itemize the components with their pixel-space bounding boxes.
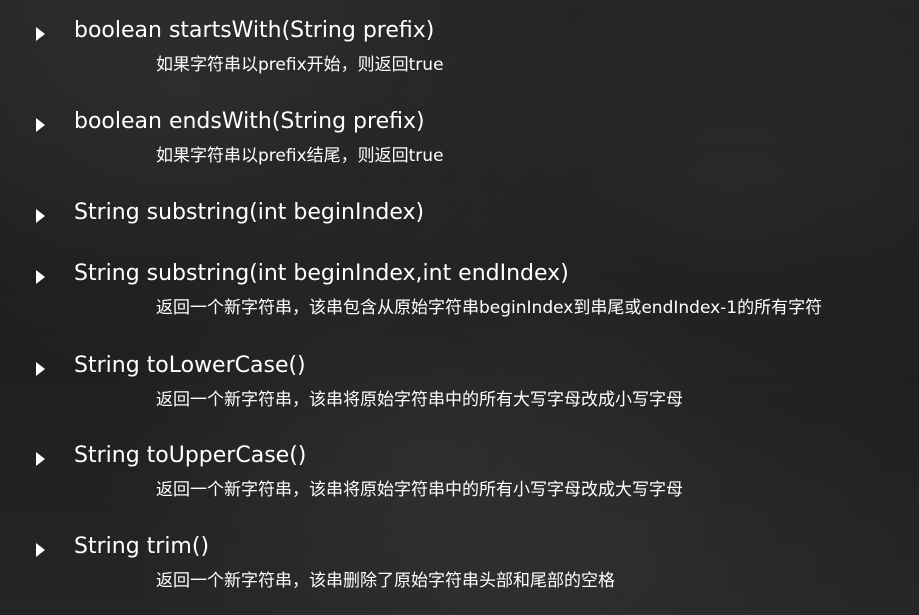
method-description: 返回一个新字符串，该串将原始字符串中的所有小写字母改成大写字母 <box>156 480 683 500</box>
method-description: 返回一个新字符串，该串包含从原始字符串beginIndex到串尾或endInde… <box>156 298 823 318</box>
method-description: 返回一个新字符串，该串删除了原始字符串头部和尾部的空格 <box>156 571 615 591</box>
bullet-icon <box>36 543 45 557</box>
bullet-icon <box>36 27 45 41</box>
method-signature: String substring(int beginIndex) <box>74 200 425 225</box>
method-signature: String toUpperCase() <box>74 443 307 468</box>
method-description: 返回一个新字符串，该串将原始字符串中的所有大写字母改成小写字母 <box>156 390 683 410</box>
bullet-icon <box>36 209 45 223</box>
method-description: 如果字符串以prefix开始，则返回true <box>156 55 444 75</box>
method-signature: boolean startsWith(String prefix) <box>74 18 435 43</box>
method-description: 如果字符串以prefix结尾，则返回true <box>156 146 444 166</box>
bullet-icon <box>36 362 45 376</box>
bullet-icon <box>36 270 45 284</box>
method-signature: String trim() <box>74 534 210 559</box>
method-signature: String substring(int beginIndex,int endI… <box>74 261 569 286</box>
slide: boolean startsWith(String prefix) 如果字符串以… <box>0 0 919 615</box>
bullet-icon <box>36 452 45 466</box>
bullet-icon <box>36 118 45 132</box>
method-signature: boolean endsWith(String prefix) <box>74 109 425 134</box>
method-signature: String toLowerCase() <box>74 353 306 378</box>
